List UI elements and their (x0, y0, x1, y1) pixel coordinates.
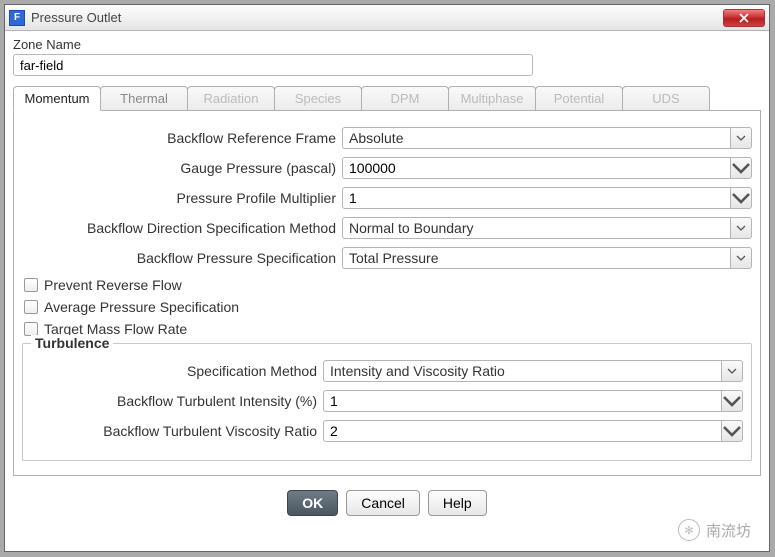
dropdown-pressure-spec-button[interactable] (730, 247, 752, 269)
row-pressure-spec: Backflow Pressure Specification Total Pr… (22, 247, 752, 269)
dialog-content: Zone Name Momentum Thermal Radiation Spe… (5, 31, 769, 524)
row-direction-method: Backflow Direction Specification Method … (22, 217, 752, 239)
chevron-down-icon (731, 162, 751, 174)
dropdown-turb-spec-method[interactable]: Intensity and Viscosity Ratio (323, 360, 743, 382)
spinner-turb-intensity[interactable] (721, 390, 743, 412)
tab-radiation[interactable]: Radiation (187, 86, 275, 110)
zone-name-input[interactable] (13, 54, 533, 76)
tab-momentum[interactable]: Momentum (13, 86, 101, 111)
tab-dpm[interactable]: DPM (361, 86, 449, 110)
check-avg-pressure[interactable]: Average Pressure Specification (24, 299, 752, 315)
ok-button[interactable]: OK (287, 490, 338, 516)
wechat-icon: ✻ (678, 519, 700, 541)
dropdown-ref-frame-button[interactable] (730, 127, 752, 149)
label-gauge-pressure: Gauge Pressure (pascal) (22, 160, 342, 176)
label-pressure-spec: Backflow Pressure Specification (22, 250, 342, 266)
label-direction-method: Backflow Direction Specification Method (22, 220, 342, 236)
turbulence-title: Turbulence (31, 335, 113, 351)
spinner-turb-visc-ratio[interactable] (721, 420, 743, 442)
app-icon: F (9, 10, 25, 26)
watermark-text: 南流坊 (706, 520, 751, 541)
input-turb-intensity[interactable] (323, 390, 721, 412)
checkbox-group: Prevent Reverse Flow Average Pressure Sp… (24, 277, 752, 337)
input-turb-visc-ratio[interactable] (323, 420, 721, 442)
chevron-down-icon (727, 368, 737, 374)
row-ref-frame: Backflow Reference Frame Absolute (22, 127, 752, 149)
watermark: ✻ 南流坊 (678, 519, 751, 541)
dropdown-turb-spec-method-value: Intensity and Viscosity Ratio (323, 360, 721, 382)
turbulence-group: Turbulence Specification Method Intensit… (22, 343, 752, 461)
spinner-gauge-pressure[interactable] (730, 157, 752, 179)
dropdown-direction-method-button[interactable] (730, 217, 752, 239)
label-turb-intensity: Backflow Turbulent Intensity (%) (31, 393, 323, 409)
row-turb-intensity: Backflow Turbulent Intensity (%) (31, 390, 743, 412)
chevron-down-icon (736, 225, 746, 231)
dropdown-ref-frame[interactable]: Absolute (342, 127, 752, 149)
dropdown-direction-method[interactable]: Normal to Boundary (342, 217, 752, 239)
dropdown-turb-spec-method-button[interactable] (721, 360, 743, 382)
titlebar: F Pressure Outlet (5, 5, 769, 31)
input-profile-mult[interactable] (342, 187, 730, 209)
spinner-profile-mult[interactable] (730, 187, 752, 209)
checkbox-icon (24, 278, 38, 292)
row-gauge-pressure: Gauge Pressure (pascal) (22, 157, 752, 179)
dropdown-pressure-spec-value: Total Pressure (342, 247, 730, 269)
dropdown-direction-method-value: Normal to Boundary (342, 217, 730, 239)
tab-thermal[interactable]: Thermal (100, 86, 188, 110)
chevron-down-icon (736, 135, 746, 141)
row-turb-visc-ratio: Backflow Turbulent Viscosity Ratio (31, 420, 743, 442)
dropdown-pressure-spec[interactable]: Total Pressure (342, 247, 752, 269)
input-gauge-pressure[interactable] (342, 157, 730, 179)
tab-uds[interactable]: UDS (622, 86, 710, 110)
label-ref-frame: Backflow Reference Frame (22, 130, 342, 146)
tab-bar: Momentum Thermal Radiation Species DPM M… (13, 86, 761, 111)
tab-multiphase[interactable]: Multiphase (448, 86, 536, 110)
chevron-down-icon (731, 192, 751, 204)
label-turb-spec-method: Specification Method (31, 363, 323, 379)
check-prevent-reverse[interactable]: Prevent Reverse Flow (24, 277, 752, 293)
label-profile-mult: Pressure Profile Multiplier (22, 190, 342, 206)
chevron-down-icon (722, 395, 742, 407)
close-icon (738, 13, 750, 23)
close-button[interactable] (723, 9, 765, 27)
row-profile-mult: Pressure Profile Multiplier (22, 187, 752, 209)
chevron-down-icon (722, 425, 742, 437)
zone-name-label: Zone Name (13, 37, 761, 52)
label-turb-visc-ratio: Backflow Turbulent Viscosity Ratio (31, 423, 323, 439)
tab-body: Backflow Reference Frame Absolute Gauge … (13, 111, 761, 476)
dropdown-ref-frame-value: Absolute (342, 127, 730, 149)
row-turb-spec-method: Specification Method Intensity and Visco… (31, 360, 743, 382)
help-button[interactable]: Help (428, 490, 487, 516)
checkbox-icon (24, 300, 38, 314)
cancel-button[interactable]: Cancel (346, 490, 420, 516)
dialog-window: F Pressure Outlet Zone Name Momentum The… (4, 4, 770, 552)
check-prevent-reverse-label: Prevent Reverse Flow (44, 277, 182, 293)
check-avg-pressure-label: Average Pressure Specification (44, 299, 239, 315)
tab-potential[interactable]: Potential (535, 86, 623, 110)
checkbox-icon (24, 322, 38, 336)
window-title: Pressure Outlet (31, 10, 723, 25)
tab-species[interactable]: Species (274, 86, 362, 110)
chevron-down-icon (736, 255, 746, 261)
check-target-mass[interactable]: Target Mass Flow Rate (24, 321, 752, 337)
button-row: OK Cancel Help (13, 490, 761, 516)
